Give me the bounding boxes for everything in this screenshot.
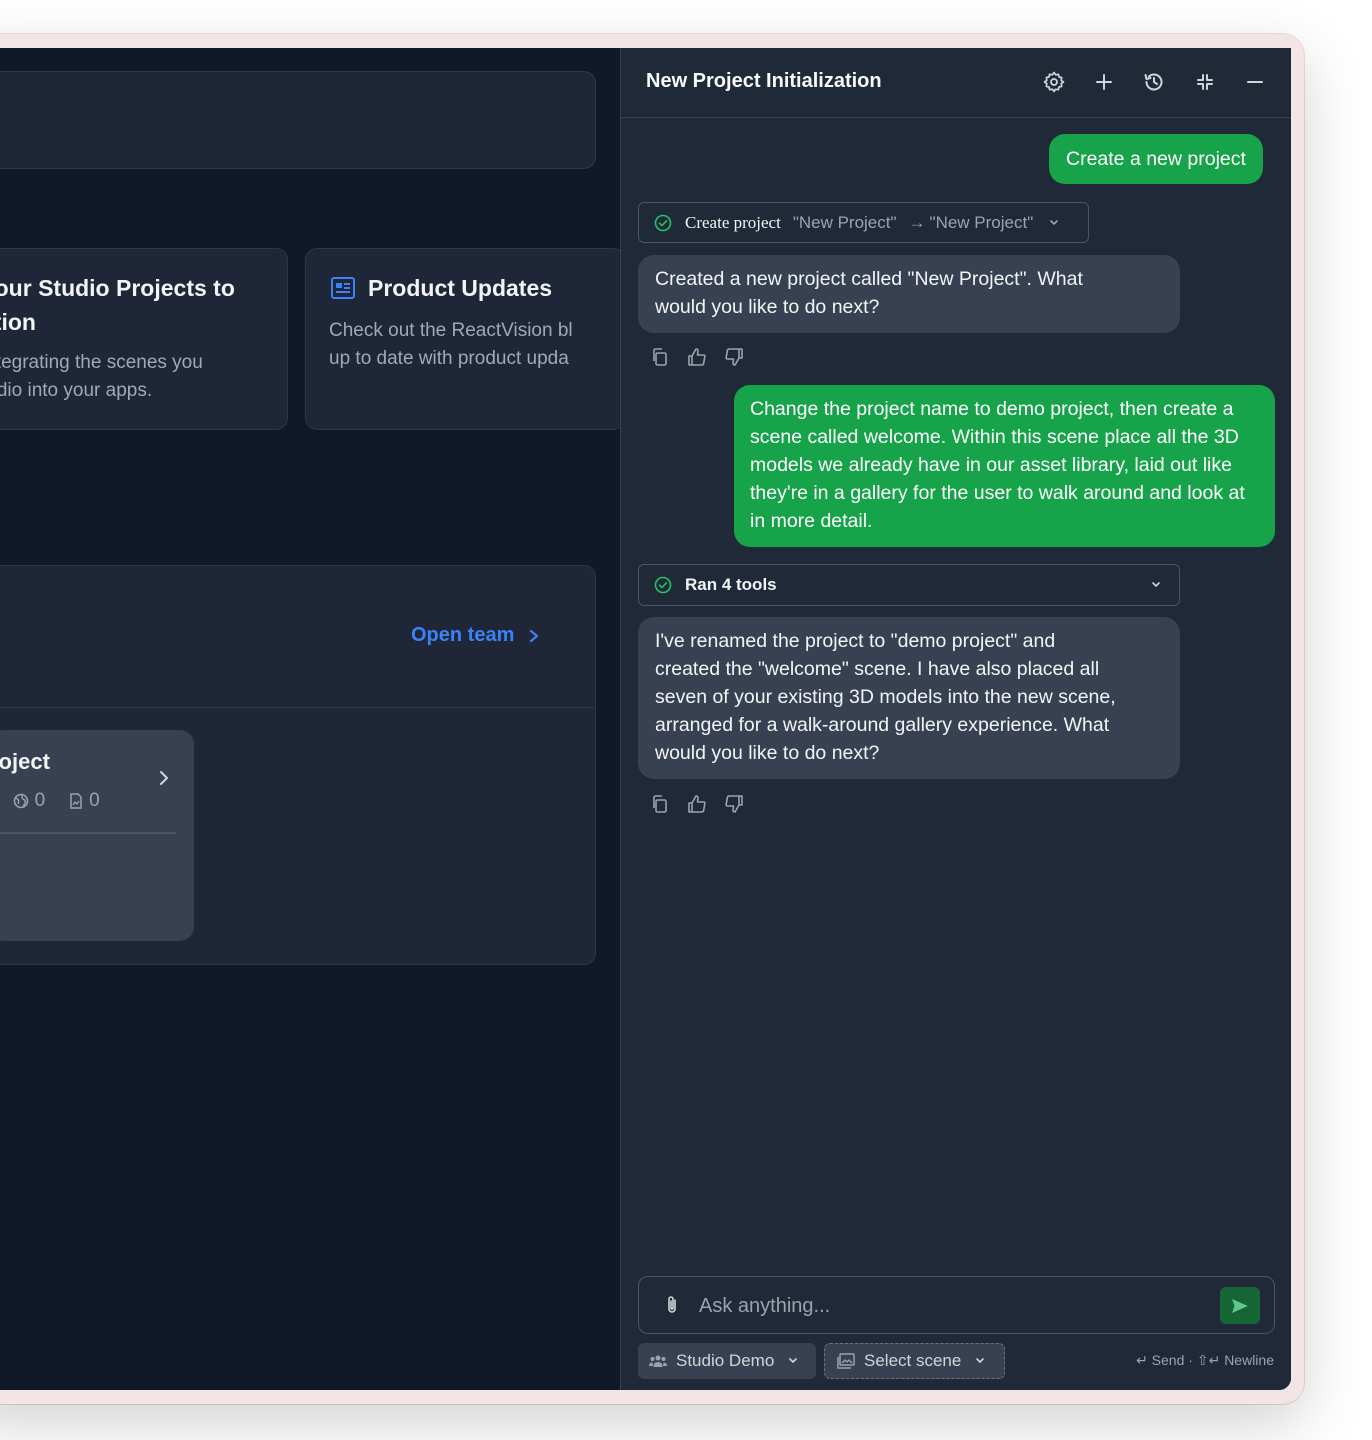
chevron-right-icon[interactable] bbox=[158, 770, 170, 786]
plus-icon[interactable] bbox=[1092, 70, 1116, 94]
chat-input[interactable] bbox=[697, 1289, 1201, 1323]
minimize-icon[interactable] bbox=[1243, 70, 1267, 94]
feature-card-title: Your Studio Projects to ction bbox=[0, 275, 235, 335]
thumbs-down-icon[interactable] bbox=[724, 794, 744, 814]
top-card bbox=[0, 71, 596, 169]
assistant-message: Created a new project called "New Projec… bbox=[638, 255, 1180, 333]
users-icon bbox=[649, 1355, 667, 1367]
app-screen: Your Studio Projects to ction integratin… bbox=[0, 48, 1291, 1390]
scene-select-label: Select scene bbox=[864, 1351, 962, 1370]
check-circle-icon bbox=[654, 576, 672, 594]
feature-card-product-updates[interactable]: Product Updates Check out the ReactVisio… bbox=[305, 248, 625, 430]
divider bbox=[0, 832, 176, 834]
thumbs-down-icon[interactable] bbox=[724, 347, 744, 367]
divider bbox=[0, 707, 595, 708]
paperclip-icon[interactable] bbox=[665, 1294, 679, 1316]
gear-icon[interactable] bbox=[1042, 70, 1066, 94]
tool-call-create-project[interactable]: Create project "New Project" → "New Proj… bbox=[638, 202, 1089, 243]
user-message: Create a new project bbox=[1049, 134, 1263, 184]
user-message: Change the project name to demo project,… bbox=[734, 385, 1275, 547]
stat-assets: 0 bbox=[69, 790, 100, 812]
message-actions bbox=[650, 347, 744, 367]
feature-card-description: integrating the scenes you tudio into yo… bbox=[0, 352, 203, 401]
hint-separator: · bbox=[1188, 1352, 1193, 1368]
arrow-right-icon: → bbox=[908, 212, 926, 232]
stat-value: 0 bbox=[34, 790, 46, 811]
collapse-icon[interactable] bbox=[1193, 70, 1217, 94]
chevron-down-icon bbox=[976, 1358, 985, 1364]
keyboard-hint: ↵ Send · ⇧↵ Newline bbox=[1136, 1352, 1274, 1369]
feature-card-studio-projects[interactable]: Your Studio Projects to ction integratin… bbox=[0, 248, 288, 430]
feature-card-title: Product Updates bbox=[368, 275, 553, 301]
stat-value: 0 bbox=[89, 790, 100, 811]
chat-title: New Project Initialization bbox=[646, 70, 882, 92]
history-icon[interactable] bbox=[1142, 70, 1166, 94]
hint-send: ↵ Send bbox=[1136, 1352, 1185, 1368]
stat-globe: 0 bbox=[13, 790, 46, 812]
dashboard: Your Studio Projects to ction integratin… bbox=[0, 48, 625, 1390]
project-stats: 0 0 0 bbox=[0, 790, 100, 812]
assistant-message: I've renamed the project to "demo projec… bbox=[638, 617, 1180, 779]
open-team-label: Open team bbox=[411, 624, 515, 646]
chevron-down-icon bbox=[789, 1358, 798, 1364]
team-select-label: Studio Demo bbox=[676, 1351, 775, 1370]
message-actions bbox=[650, 794, 744, 814]
scene-select[interactable]: Select scene bbox=[824, 1343, 1005, 1379]
team-select[interactable]: Studio Demo bbox=[638, 1343, 816, 1379]
send-icon bbox=[1232, 1298, 1248, 1313]
chat-panel: New Project Initialization Create a new … bbox=[620, 48, 1291, 1390]
tool-summary-label: Ran 4 tools bbox=[685, 575, 777, 594]
chat-header: New Project Initialization bbox=[621, 48, 1291, 118]
send-button[interactable] bbox=[1220, 1287, 1260, 1324]
newspaper-icon bbox=[331, 277, 355, 299]
chevron-down-icon bbox=[1050, 219, 1059, 225]
chat-input-box bbox=[638, 1276, 1275, 1334]
copy-icon[interactable] bbox=[650, 794, 670, 814]
tool-call-to: "New Project" bbox=[929, 212, 1034, 232]
chevron-down-icon bbox=[1152, 582, 1160, 588]
tool-call-label: Create project bbox=[685, 212, 781, 232]
project-title: roject bbox=[0, 749, 50, 774]
feature-card-description: Check out the ReactVision bl up to date … bbox=[329, 320, 573, 369]
thumbs-up-icon[interactable] bbox=[687, 347, 707, 367]
chevron-right-icon bbox=[530, 629, 539, 642]
file-image-icon bbox=[70, 793, 82, 809]
tool-summary-ran-tools[interactable]: Ran 4 tools bbox=[638, 564, 1180, 606]
project-card[interactable]: roject 0 0 0 bbox=[0, 730, 194, 941]
tool-call-from: "New Project" bbox=[792, 212, 897, 232]
copy-icon[interactable] bbox=[650, 347, 670, 367]
check-circle-icon bbox=[654, 214, 672, 231]
open-team-link[interactable]: Open team bbox=[411, 624, 540, 647]
image-icon bbox=[837, 1353, 855, 1369]
thumbs-up-icon[interactable] bbox=[687, 794, 707, 814]
hint-newline: ⇧↵ Newline bbox=[1196, 1352, 1274, 1368]
globe-icon bbox=[13, 793, 28, 809]
